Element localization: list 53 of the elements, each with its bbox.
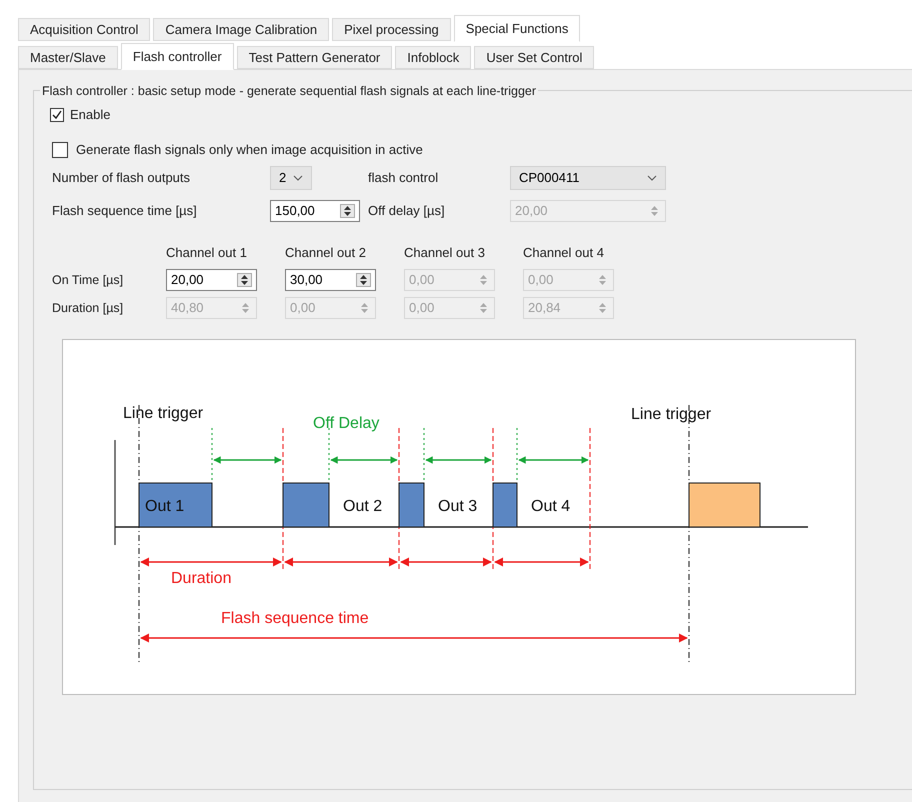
pulse-block bbox=[398, 482, 424, 527]
column-header: Channel out 2 bbox=[285, 245, 366, 260]
pulse-block bbox=[282, 482, 330, 527]
dropdown[interactable]: 2 bbox=[270, 166, 312, 190]
checkbox-box[interactable] bbox=[50, 108, 64, 122]
column-header: Channel out 3 bbox=[404, 245, 485, 260]
output-label: Out 3 bbox=[438, 498, 478, 514]
off-delay-arrow bbox=[518, 456, 589, 464]
off-delay-arrow bbox=[425, 456, 492, 464]
checkbox[interactable]: Generate flash signals only when image acquisition in active bbox=[52, 140, 912, 160]
tab[interactable]: Special Functions bbox=[454, 15, 580, 42]
output-label: Out 4 bbox=[531, 498, 570, 514]
diagram-label: Flash sequence time bbox=[221, 610, 369, 626]
row-label: On Time [µs] bbox=[52, 272, 124, 287]
tab[interactable]: Acquisition Control bbox=[18, 18, 150, 41]
check-icon bbox=[52, 110, 62, 120]
output-label: Out 2 bbox=[343, 498, 382, 514]
field-label: Off delay [µs] bbox=[368, 203, 445, 218]
chevron-down-icon bbox=[647, 175, 657, 181]
spin-box[interactable]: 30,00 bbox=[285, 268, 376, 290]
pulse-block bbox=[688, 482, 760, 527]
diagram-label: Line trigger bbox=[631, 406, 712, 422]
tab[interactable]: Flash controller bbox=[120, 43, 234, 70]
row-label: Duration [µs] bbox=[52, 300, 124, 315]
chevron-down-icon bbox=[293, 175, 303, 181]
column-header: Channel out 4 bbox=[523, 245, 604, 260]
checkbox-box[interactable] bbox=[52, 142, 68, 158]
field-label: Number of flash outputs bbox=[52, 170, 190, 186]
pulse-block bbox=[492, 482, 518, 527]
dropdown[interactable]: CP000411 bbox=[510, 166, 666, 190]
tab[interactable]: Camera Image Calibration bbox=[153, 18, 330, 41]
tab[interactable]: Infoblock bbox=[395, 46, 472, 69]
tab[interactable]: Test Pattern Generator bbox=[236, 46, 392, 69]
spin-box[interactable]: 150,00 bbox=[270, 200, 360, 222]
spin-arrows-icon[interactable] bbox=[237, 272, 252, 286]
spin-arrows-icon[interactable] bbox=[356, 272, 371, 286]
guide-line bbox=[328, 427, 330, 483]
off-delay-arrow bbox=[330, 456, 398, 464]
tab[interactable]: Master/Slave bbox=[18, 46, 118, 69]
tab[interactable]: User Set Control bbox=[474, 46, 594, 69]
field-label: flash control bbox=[368, 170, 438, 186]
diagram-label: Line trigger bbox=[123, 404, 204, 422]
column-header: Channel out 1 bbox=[166, 245, 247, 260]
checkbox[interactable]: Enable bbox=[50, 105, 912, 125]
guide-line bbox=[516, 427, 518, 483]
output-label: Out 1 bbox=[145, 498, 184, 514]
diagram-label: Duration bbox=[171, 570, 232, 586]
diagram-label: Off Delay bbox=[313, 414, 380, 432]
tab[interactable]: Pixel processing bbox=[332, 18, 451, 41]
spin-box[interactable]: 20,00 bbox=[166, 268, 257, 290]
spin-arrows-icon[interactable] bbox=[340, 204, 355, 218]
off-delay-arrow bbox=[213, 456, 282, 464]
field-label: Flash sequence time [µs] bbox=[52, 203, 197, 218]
